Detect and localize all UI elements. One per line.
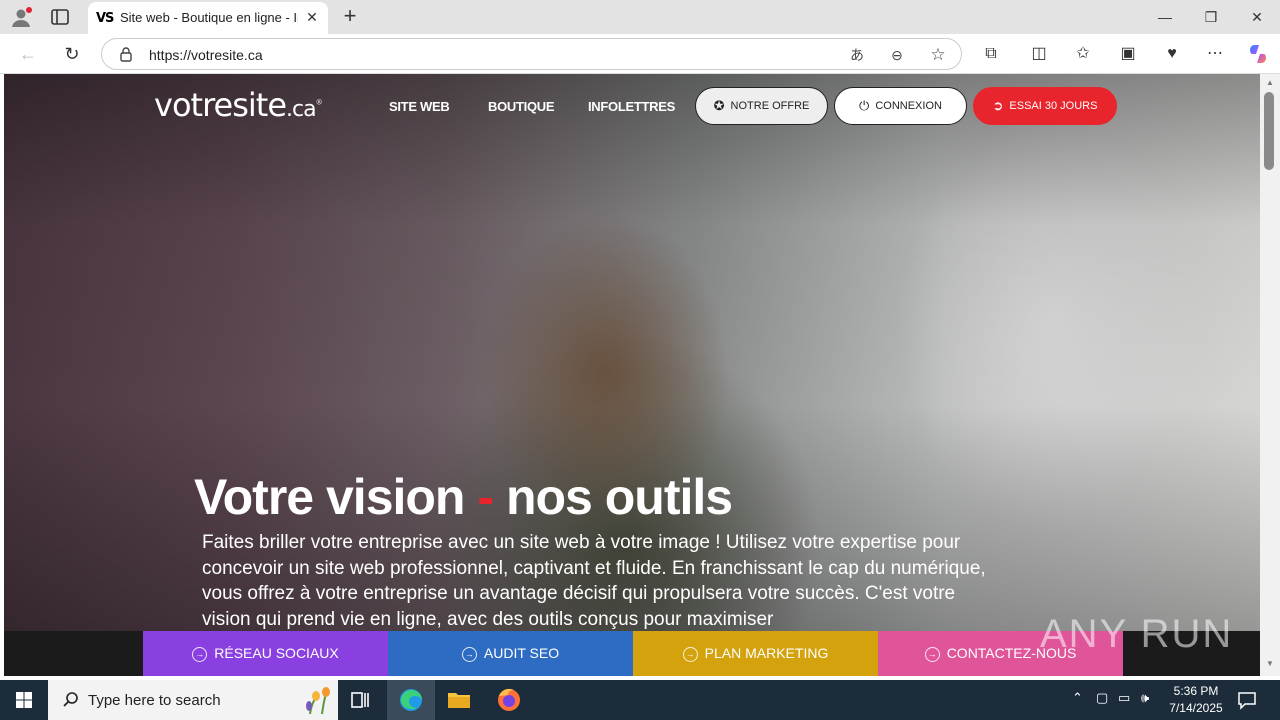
cta-audit-seo[interactable]: → AUDIT SEO: [388, 631, 633, 676]
split-screen-icon[interactable]: ◫: [1027, 42, 1051, 66]
firefox-icon[interactable]: [485, 680, 533, 720]
back-arrow-icon[interactable]: ←: [16, 42, 40, 66]
page-scrollbar[interactable]: ▲ ▼: [1260, 74, 1280, 676]
restore-button[interactable]: ❐: [1188, 0, 1234, 34]
cta-label: RÉSEAU SOCIAUX: [214, 645, 339, 661]
lock-icon[interactable]: [118, 46, 134, 62]
nav-infolettres[interactable]: INFOLETTRES: [588, 99, 675, 114]
anyrun-watermark: ANY RUN: [1040, 612, 1234, 656]
cta-label: PLAN MARKETING: [704, 645, 829, 661]
minimize-button[interactable]: —: [1142, 0, 1188, 34]
translate-icon[interactable]: あ: [847, 45, 867, 65]
copilot-icon[interactable]: [1246, 42, 1270, 66]
site-favicon-icon: VS: [96, 11, 114, 26]
taskbar-search-box[interactable]: Type here to search: [48, 680, 338, 720]
cta-label: AUDIT SEO: [483, 645, 560, 661]
arrow-circle-icon: →: [924, 647, 940, 662]
arrow-circle-icon: ➲: [992, 98, 1004, 114]
nav-boutique[interactable]: BOUTIQUE: [488, 99, 555, 114]
file-explorer-icon[interactable]: [435, 680, 483, 720]
hero-title: Votre vision - nos outils: [194, 468, 733, 526]
tab-active[interactable]: VS Site web - Boutique en ligne - Info ✕: [88, 2, 328, 34]
edge-browser-icon[interactable]: [387, 680, 435, 720]
windows-start-icon[interactable]: [0, 680, 48, 720]
site-logo[interactable]: votresite.ca®: [154, 86, 323, 124]
tulips-decoration-icon: [306, 687, 330, 715]
notre-offre-button[interactable]: ✪ NOTRE OFFRE: [695, 87, 828, 125]
hero-title-part1: Votre vision: [194, 469, 465, 525]
favorites-icon[interactable]: ✩: [1071, 42, 1095, 66]
essai-button[interactable]: ➲ ESSAI 30 JOURS: [973, 87, 1117, 125]
power-icon: ⏻: [859, 98, 870, 114]
scroll-down-icon[interactable]: ▼: [1266, 659, 1274, 668]
taskbar-clock[interactable]: 5:36 PM 7/14/2025: [1160, 683, 1232, 717]
profile-icon[interactable]: [10, 6, 32, 28]
browser-essentials-icon[interactable]: ♥: [1160, 42, 1184, 66]
network-icon[interactable]: ▭: [1118, 690, 1130, 706]
task-view-icon[interactable]: [336, 680, 384, 720]
clock-date: 7/14/2025: [1169, 701, 1223, 715]
collections-icon[interactable]: ▣: [1116, 42, 1140, 66]
badge-check-icon: ✪: [713, 98, 725, 114]
page-viewport: votresite.ca® SITE WEB BOUTIQUE INFOLETT…: [4, 74, 1260, 676]
logo-registered-mark: ®: [315, 98, 323, 107]
logo-text: votresite: [154, 86, 287, 124]
device-icon[interactable]: ▢: [1096, 690, 1108, 706]
windows-taskbar: Type here to search ⌃ ▢ ▭ 🕪 5:36 PM 7/14…: [0, 680, 1280, 720]
favorite-star-icon[interactable]: ☆: [928, 45, 948, 65]
volume-icon[interactable]: 🕪: [1141, 690, 1149, 706]
more-options-icon[interactable]: ⊖: [887, 45, 907, 65]
tab-close-icon[interactable]: ✕: [302, 7, 322, 27]
nav-site-web[interactable]: SITE WEB: [389, 99, 450, 114]
notification-icon[interactable]: [1236, 690, 1258, 710]
scroll-up-icon[interactable]: ▲: [1266, 78, 1274, 87]
browser-toolbar: ← ↻ https://votresite.ca あ ⊖ ☆ ⧉ ◫ ✩ ▣ ♥…: [0, 34, 1280, 74]
logo-tld: .ca: [286, 97, 317, 122]
hero-paragraph: Faites briller votre entreprise avec un …: [202, 532, 986, 630]
address-bar[interactable]: https://votresite.ca あ ⊖ ☆: [101, 38, 962, 70]
connexion-label: CONNEXION: [875, 100, 942, 112]
url-text[interactable]: https://votresite.ca: [149, 47, 263, 63]
scrollbar-thumb[interactable]: [1264, 92, 1274, 170]
new-tab-button[interactable]: +: [338, 4, 362, 28]
show-hidden-icons-icon[interactable]: ⌃: [1072, 690, 1083, 706]
tab-actions-icon[interactable]: [50, 8, 70, 26]
arrow-circle-icon: →: [461, 647, 477, 662]
hero-title-part2: nos outils: [505, 469, 733, 525]
clock-time: 5:36 PM: [1173, 684, 1219, 698]
essai-label: ESSAI 30 JOURS: [1009, 100, 1098, 112]
refresh-icon[interactable]: ↻: [60, 42, 84, 66]
window-close-button[interactable]: ✕: [1234, 0, 1280, 34]
cta-reseau-sociaux[interactable]: → RÉSEAU SOCIAUX: [143, 631, 388, 676]
connexion-button[interactable]: ⏻ CONNEXION: [834, 87, 967, 125]
hero-title-dash: -: [477, 469, 494, 525]
arrow-circle-icon: →: [192, 647, 208, 662]
search-placeholder: Type here to search: [88, 692, 221, 709]
arrow-circle-icon: →: [682, 647, 698, 662]
notre-offre-label: NOTRE OFFRE: [730, 100, 810, 112]
cta-plan-marketing[interactable]: → PLAN MARKETING: [633, 631, 878, 676]
settings-more-icon[interactable]: ⋯: [1203, 42, 1227, 66]
extensions-icon[interactable]: ⧉: [979, 42, 1003, 66]
search-icon: [63, 692, 78, 707]
tab-title: Site web - Boutique en ligne - Info: [120, 10, 298, 25]
browser-tab-bar: VS Site web - Boutique en ligne - Info ✕…: [0, 0, 1280, 34]
